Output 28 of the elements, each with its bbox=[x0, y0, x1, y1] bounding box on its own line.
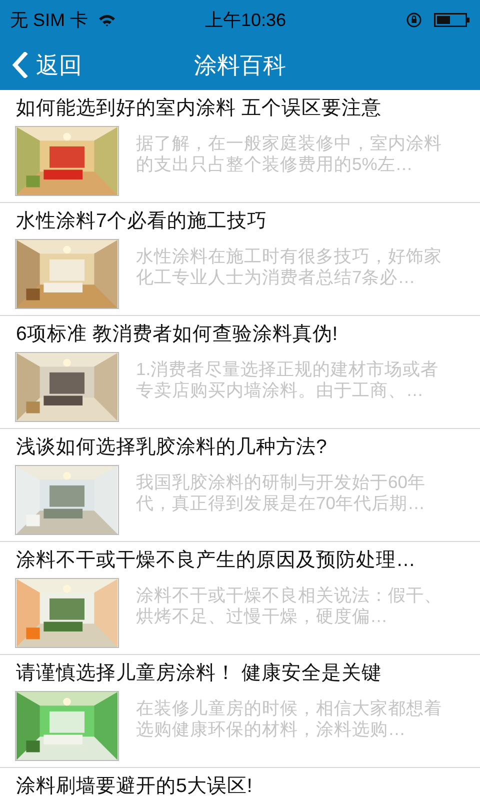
clock-text: 上午10:36 bbox=[204, 8, 286, 32]
article-summary: 在装修儿童房的时候，相信大家都想着选购健康环保的材料，涂料选购… bbox=[136, 698, 443, 741]
article-title: 涂料不干或干燥不良产生的原因及预防处理… bbox=[16, 548, 416, 573]
carrier-text: 无 SIM 卡 bbox=[10, 8, 88, 32]
article-item[interactable]: 涂料刷墙要避开的5大误区! bbox=[0, 768, 480, 800]
article-title: 请谨慎选择儿童房涂料！ 健康安全是关键 bbox=[16, 661, 382, 686]
article-item[interactable]: 浅谈如何选择乳胶涂料的几种方法? 我国乳胶涂料的研制与开发始于60年代，真正得到发展是在70年代后期… bbox=[0, 429, 480, 542]
article-summary: 水性涂料在施工时有很多技巧，好饰家化工专业人士为消费者总结7条必… bbox=[136, 246, 443, 289]
article-title: 涂料刷墙要避开的5大误区! bbox=[16, 774, 254, 799]
article-title: 如何能选到好的室内涂料 五个误区要注意 bbox=[16, 96, 382, 121]
article-item[interactable]: 请谨慎选择儿童房涂料！ 健康安全是关键 在装修儿童房的时候，相信大家都想着选购健康环保的材料，涂料选购… bbox=[0, 655, 480, 768]
article-summary: 据了解，在一般家庭装修中，室内涂料的支出只占整个装修费用的5%左… bbox=[136, 133, 443, 176]
article-title: 水性涂料7个必看的施工技巧 bbox=[16, 209, 268, 234]
article-title: 6项标准 教消费者如何查验涂料真伪! bbox=[16, 322, 339, 347]
article-item[interactable]: 涂料不干或干燥不良产生的原因及预防处理… 涂料不干或干燥不良相关说法：假干、烘烤不足、过慢干燥，硬度偏… bbox=[0, 542, 480, 655]
wifi-icon bbox=[98, 14, 116, 26]
article-item[interactable]: 水性涂料7个必看的施工技巧 水性涂料在施工时有很多技巧，好饰家化工专业人士为消费者总结7条必… bbox=[0, 203, 480, 316]
rotation-lock-icon bbox=[406, 12, 422, 28]
article-item[interactable]: 6项标准 教消费者如何查验涂料真伪! 1.消费者尽量选择正规的建材市场或者专卖店购买内墙涂料。由于工商、… bbox=[0, 316, 480, 429]
article-summary: 我国乳胶涂料的研制与开发始于60年代，真正得到发展是在70年代后期… bbox=[136, 472, 426, 515]
article-summary: 涂料不干或干燥不良相关说法：假干、烘烤不足、过慢干燥，硬度偏… bbox=[136, 585, 443, 628]
chevron-left-icon bbox=[12, 52, 28, 78]
battery-icon bbox=[434, 13, 470, 27]
page-title: 涂料百科 bbox=[194, 50, 286, 80]
article-title: 浅谈如何选择乳胶涂料的几种方法? bbox=[16, 435, 328, 460]
back-button[interactable]: 返回 bbox=[12, 40, 82, 90]
article-item[interactable]: 如何能选到好的室内涂料 五个误区要注意 据了解，在一般家庭装修中，室内涂料的支出只占整个装修费用的5%左… bbox=[0, 90, 480, 203]
article-summary: 1.消费者尽量选择正规的建材市场或者专卖店购买内墙涂料。由于工商、… bbox=[136, 359, 440, 402]
